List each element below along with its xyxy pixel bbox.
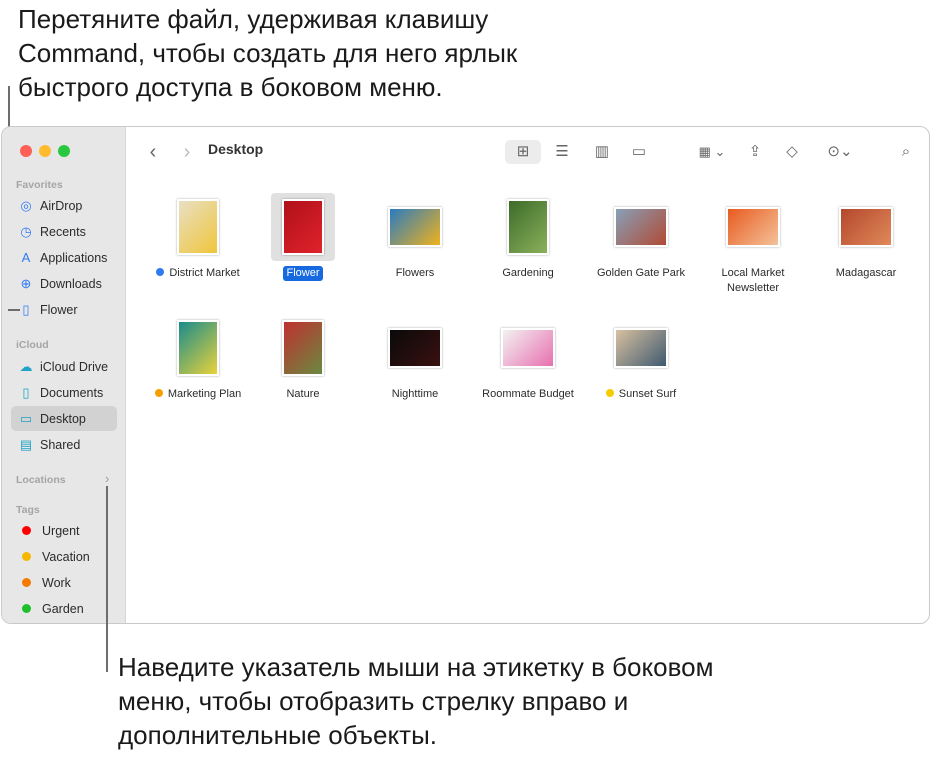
thumbnail-image <box>177 320 219 376</box>
file-item[interactable]: Madagascar <box>810 193 922 281</box>
thumbnail-image <box>282 320 324 376</box>
file-item[interactable]: Golden Gate Park <box>585 193 697 281</box>
file-item[interactable]: Gardening <box>472 193 584 281</box>
file-thumbnail <box>271 193 335 261</box>
file-name: Gardening <box>499 266 556 281</box>
file-thumbnail <box>834 193 898 261</box>
file-name-text: Nature <box>286 388 320 400</box>
file-thumbnail <box>166 314 230 382</box>
file-item[interactable]: Nature <box>247 314 359 402</box>
file-name-text: Madagascar <box>835 267 897 279</box>
file-name-text: Nighttime <box>391 388 439 400</box>
file-item[interactable]: Flower <box>247 193 359 281</box>
file-name: Madagascar <box>833 266 900 281</box>
file-name-text: Gardening <box>502 267 554 279</box>
thumbnail-image <box>388 207 442 247</box>
file-thumbnail <box>609 193 673 261</box>
callout-top: Перетяните файл, удерживая клавишу Comma… <box>18 4 518 102</box>
tag-dot-icon <box>605 389 614 397</box>
file-name-text: Sunset Surf <box>618 388 677 400</box>
file-name: Nighttime <box>389 387 441 402</box>
file-name: Nature <box>283 387 322 402</box>
file-name-text: Golden Gate Park <box>596 267 686 279</box>
callout-line <box>8 309 20 311</box>
file-name-text: Flower <box>286 267 320 279</box>
thumbnail-image <box>726 207 780 247</box>
thumbnail-image <box>501 328 555 368</box>
finder-window: Favorites ◎ AirDrop ◷ Recents A Applications ⊕… <box>1 126 930 624</box>
tag-dot-icon <box>154 389 163 397</box>
file-name-text: District Market <box>169 267 240 279</box>
thumbnail-image <box>614 207 668 247</box>
file-thumbnail <box>609 314 673 382</box>
file-name: Flower <box>283 266 323 281</box>
thumbnail-image <box>282 199 324 255</box>
file-item[interactable]: Local Market Newsletter <box>697 193 809 296</box>
file-item[interactable]: District Market <box>142 193 254 281</box>
file-name: District Market <box>153 266 242 281</box>
thumbnail-image <box>507 199 549 255</box>
file-name-text: Roommate Budget <box>482 388 574 400</box>
file-item[interactable]: Flowers <box>359 193 471 281</box>
thumbnail-image <box>839 207 893 247</box>
file-name: Local Market Newsletter <box>713 266 793 296</box>
file-name: Roommate Budget <box>479 387 577 402</box>
file-name: Sunset Surf <box>603 387 679 402</box>
file-thumbnail <box>721 193 785 261</box>
file-name: Marketing Plan <box>152 387 244 402</box>
file-name-text: Marketing Plan <box>167 388 242 400</box>
file-thumbnail <box>271 314 335 382</box>
file-thumbnail <box>383 193 447 261</box>
thumbnail-image <box>177 199 219 255</box>
tag-dot-icon <box>156 268 165 276</box>
callout-line <box>106 486 108 672</box>
file-item[interactable]: Nighttime <box>359 314 471 402</box>
file-item[interactable]: Marketing Plan <box>142 314 254 402</box>
thumbnail-image <box>388 328 442 368</box>
file-name-text: Flowers <box>395 267 435 279</box>
file-name-text: Local Market Newsletter <box>721 267 785 294</box>
file-thumbnail <box>496 193 560 261</box>
file-item[interactable]: Sunset Surf <box>585 314 697 402</box>
file-name: Flowers <box>393 266 438 281</box>
callout-bottom: Наведите указатель мыши на этикетку в бо… <box>118 652 714 750</box>
file-item[interactable]: Roommate Budget <box>472 314 584 402</box>
file-thumbnail <box>383 314 447 382</box>
file-thumbnail <box>166 193 230 261</box>
file-grid: District Market Flower Flowers Gardening Gol… <box>2 127 929 623</box>
file-thumbnail <box>496 314 560 382</box>
file-name: Golden Gate Park <box>594 266 688 281</box>
thumbnail-image <box>614 328 668 368</box>
